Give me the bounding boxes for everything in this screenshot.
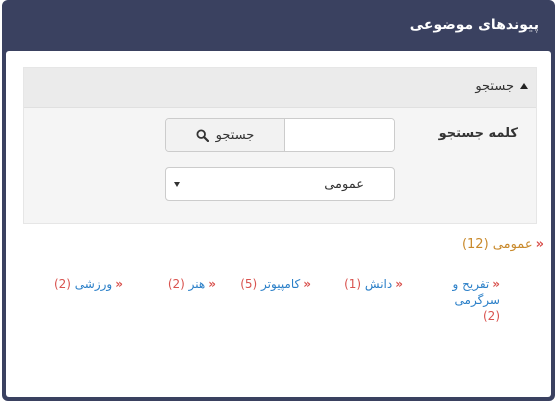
- category-name: عمومی: [492, 237, 533, 252]
- link-item-sports[interactable]: «ورزشی (2): [54, 276, 123, 292]
- search-input[interactable]: [285, 119, 394, 151]
- link-name: دانش: [364, 277, 393, 291]
- link-count: (2): [167, 277, 185, 291]
- double-chevron-icon: «: [395, 277, 403, 291]
- panel-body: جستجو کلمه جستجو جستجو عمومی «عمومی (12)…: [6, 51, 551, 397]
- double-chevron-icon: «: [115, 277, 123, 291]
- link-count: (2): [482, 309, 500, 323]
- double-chevron-icon: «: [535, 237, 544, 252]
- search-header-label: جستجو: [475, 79, 514, 94]
- caret-up-icon: [520, 82, 528, 89]
- link-item-entertainment[interactable]: «تفریح و سرگرمی (2): [448, 276, 501, 324]
- search-header[interactable]: جستجو: [475, 79, 528, 94]
- link-item-computer[interactable]: «کامپیوتر (5): [240, 276, 311, 292]
- chevron-down-icon: [174, 182, 180, 187]
- double-chevron-icon: «: [208, 277, 216, 291]
- search-collapse-header[interactable]: جستجو: [24, 68, 536, 108]
- link-count: (1): [344, 277, 362, 291]
- category-heading[interactable]: «عمومی (12): [462, 237, 544, 252]
- link-item-art[interactable]: «هنر (2): [168, 276, 216, 292]
- category-select-value: عمومی: [324, 177, 364, 192]
- category-select[interactable]: عمومی: [165, 167, 395, 201]
- link-name: کامپیوتر: [261, 277, 301, 291]
- double-chevron-icon: «: [303, 277, 311, 291]
- topical-links-panel: پیوندهای موضوعی جستجو کلمه جستجو جستجو ع…: [2, 0, 555, 401]
- category-count: (12): [461, 237, 489, 252]
- link-item-knowledge[interactable]: «دانش (1): [344, 276, 403, 292]
- search-icon: [196, 128, 209, 142]
- panel-title: پیوندهای موضوعی: [409, 17, 539, 33]
- link-count: (2): [53, 277, 71, 291]
- search-button-label: جستجو: [215, 127, 255, 143]
- search-box: جستجو کلمه جستجو جستجو عمومی: [23, 67, 537, 224]
- keyword-label: کلمه جستجو: [438, 126, 518, 141]
- search-input-group: جستجو: [165, 118, 395, 152]
- link-name: هنر: [188, 277, 206, 291]
- double-chevron-icon: «: [492, 277, 500, 291]
- search-button[interactable]: جستجو: [166, 119, 285, 151]
- link-name: ورزشی: [74, 277, 113, 291]
- link-count: (5): [240, 277, 258, 291]
